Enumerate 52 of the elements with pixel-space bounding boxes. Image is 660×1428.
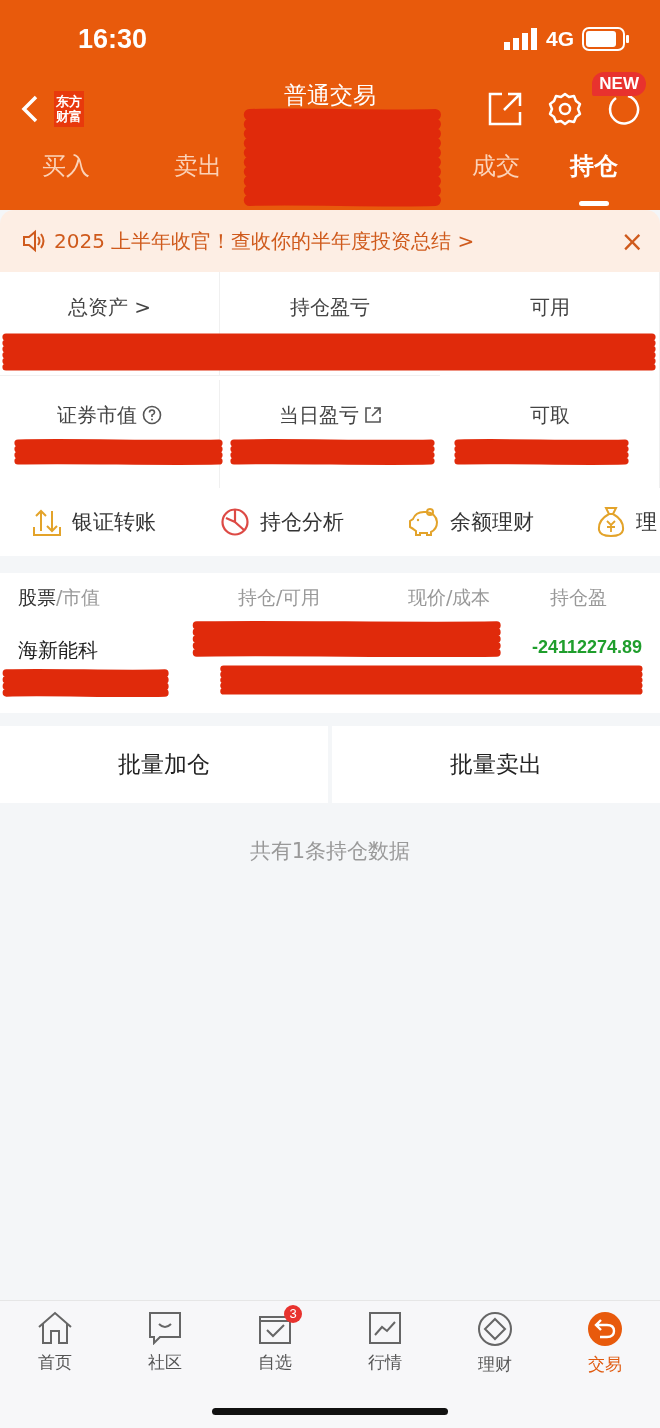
shortcut-link[interactable]: 理 bbox=[636, 508, 657, 536]
external-link-icon[interactable] bbox=[363, 406, 382, 424]
summary-label[interactable]: 总资产 > bbox=[67, 293, 152, 321]
chat-bubble-icon bbox=[148, 1311, 182, 1345]
nav-tab[interactable]: 首页 bbox=[0, 1301, 110, 1381]
summary-label: 证券市值 bbox=[57, 401, 137, 429]
shortcut-link[interactable]: 持仓分析 bbox=[260, 508, 344, 536]
close-button[interactable]: × bbox=[620, 224, 644, 258]
count-badge: 3 bbox=[284, 1305, 302, 1323]
shortcut-link[interactable]: 银证转账 bbox=[72, 508, 156, 536]
column-header: 持仓盈 bbox=[550, 586, 607, 608]
batch-action-button[interactable]: 批量加仓 bbox=[0, 726, 328, 803]
column-subheader: /成本 bbox=[446, 586, 491, 608]
piggy-bank-icon bbox=[408, 507, 440, 537]
summary-label: 可用 bbox=[529, 293, 570, 321]
column-header: 持仓 bbox=[238, 586, 276, 608]
batch-action-button[interactable]: 批量卖出 bbox=[332, 726, 660, 803]
promo-link[interactable]: 2025 上半年收官！查收你的半年度投资总结 > bbox=[54, 227, 621, 255]
summary-label: 持仓盈亏 bbox=[290, 293, 370, 321]
summary-label: 当日盈亏 bbox=[278, 401, 359, 429]
home-icon bbox=[37, 1311, 73, 1345]
help-icon[interactable] bbox=[142, 405, 162, 425]
signal-icon bbox=[504, 28, 538, 50]
column-header: 现价 bbox=[408, 586, 446, 608]
column-subheader: /市值 bbox=[56, 586, 101, 608]
column-header: 股票 bbox=[18, 586, 56, 608]
column-subheader: /可用 bbox=[276, 586, 321, 608]
refresh-icon[interactable] bbox=[608, 93, 640, 125]
back-icon[interactable] bbox=[20, 94, 40, 124]
stock-name[interactable]: 海新能科 bbox=[18, 637, 218, 713]
shortcut-link[interactable]: 余额理财 bbox=[450, 508, 534, 536]
pie-chart-icon bbox=[220, 507, 250, 537]
app-logo: 东方 财富 bbox=[54, 91, 84, 127]
settings-icon[interactable] bbox=[548, 92, 582, 126]
holdings-count-note: 共有1条持仓数据 bbox=[249, 839, 411, 863]
line-chart-icon bbox=[368, 1311, 402, 1345]
tab[interactable]: 持仓 bbox=[570, 140, 618, 210]
page-title: 普通交易 bbox=[284, 81, 376, 110]
summary-label: 可取 bbox=[529, 401, 570, 429]
network-label: 4G bbox=[546, 27, 574, 51]
speaker-icon bbox=[22, 229, 46, 253]
profit-loss-value: -24112274.89 bbox=[531, 637, 642, 659]
nav-tab[interactable]: 交易 bbox=[550, 1301, 660, 1381]
battery-icon bbox=[582, 27, 630, 51]
new-badge: NEW bbox=[592, 72, 646, 96]
clock-time: 16:30 bbox=[78, 23, 148, 55]
nav-tab[interactable]: 行情 bbox=[330, 1301, 440, 1381]
share-icon[interactable] bbox=[488, 92, 522, 126]
nav-tab[interactable]: 社区 bbox=[110, 1301, 220, 1381]
money-bag-icon bbox=[596, 506, 626, 538]
transfer-icon bbox=[32, 507, 62, 537]
nav-tab[interactable]: 理财 bbox=[440, 1301, 550, 1381]
